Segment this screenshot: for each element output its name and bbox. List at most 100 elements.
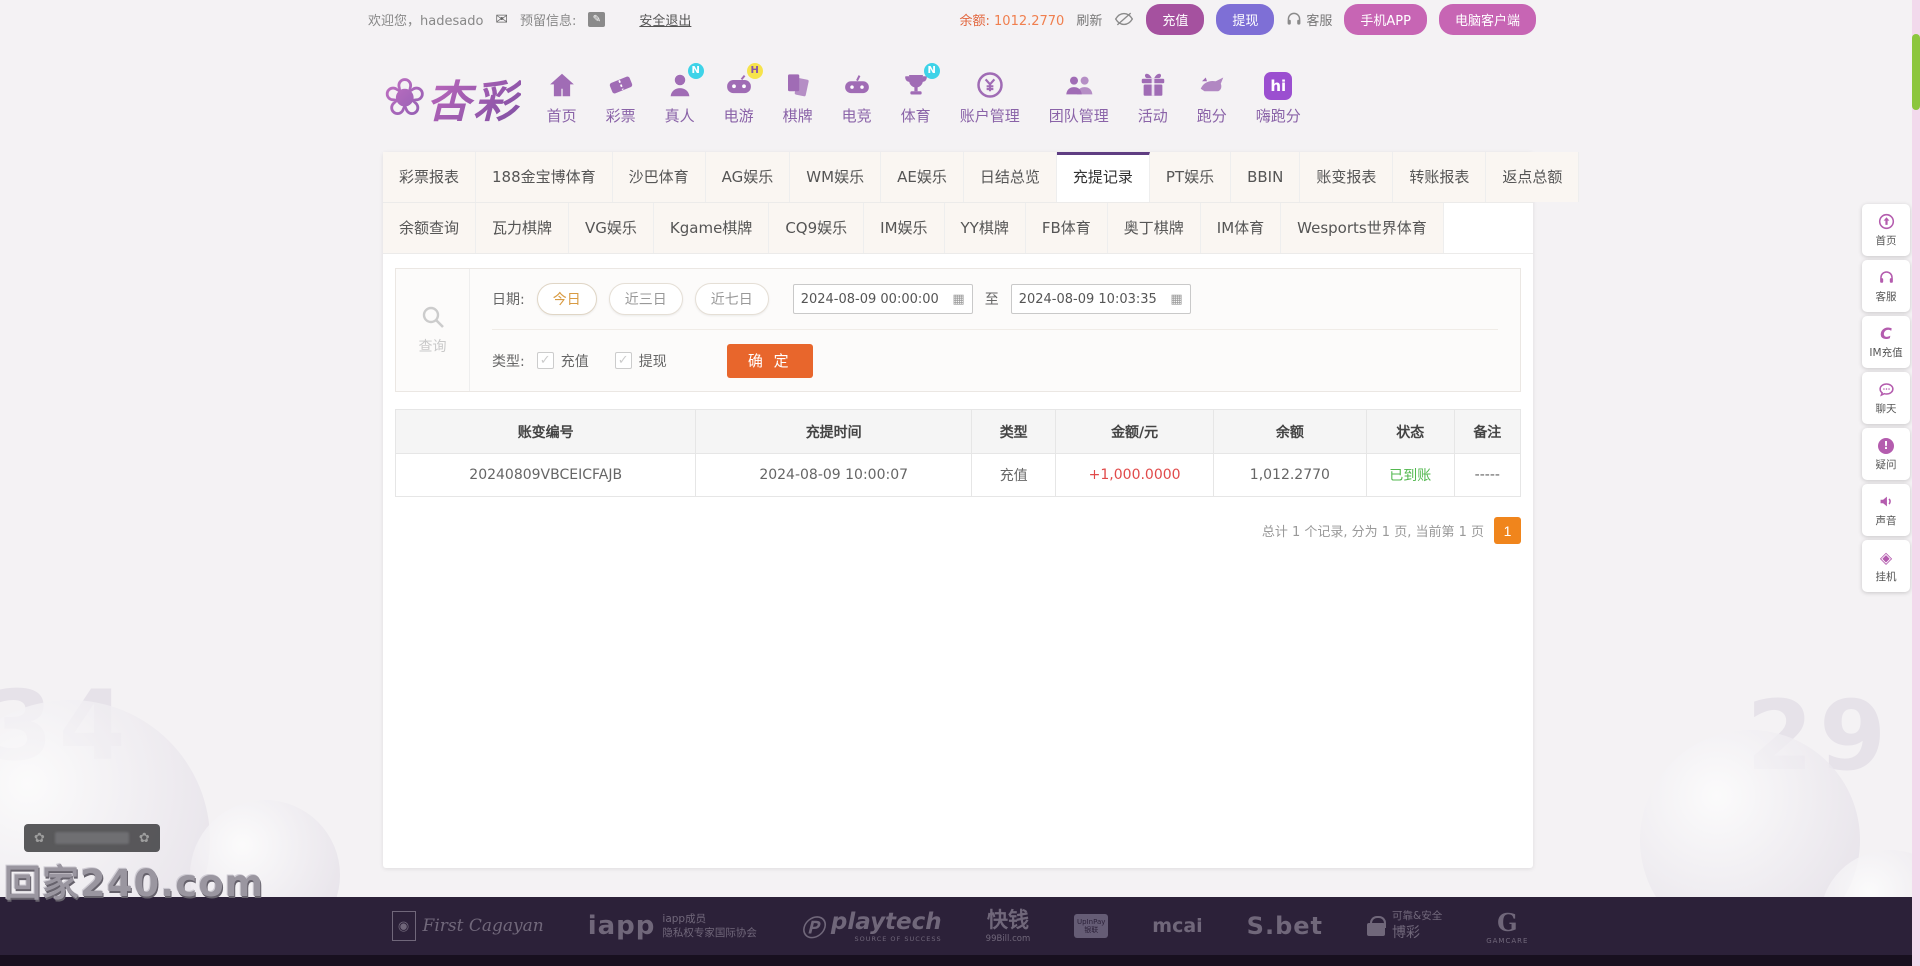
nav-item-live[interactable]: N 真人 <box>665 63 704 126</box>
tab-zhangbian-baobiao[interactable]: 账变报表 <box>1300 152 1394 202</box>
mail-icon[interactable]: ✉ <box>495 10 508 28</box>
quick-7days-button[interactable]: 近七日 <box>694 283 769 315</box>
lock-icon <box>1367 916 1387 936</box>
tab-pt[interactable]: PT娱乐 <box>1149 152 1232 202</box>
calendar-icon[interactable]: ▦ <box>1170 292 1182 307</box>
mobile-app-button[interactable]: 手机APP <box>1344 3 1427 35</box>
nav-item-home[interactable]: 首页 <box>547 70 577 126</box>
balance-value: 1012.2770 <box>994 13 1065 29</box>
nav-item-team[interactable]: 团队管理 <box>1049 70 1109 126</box>
records-table: 账变编号 充提时间 类型 金额/元 余额 状态 备注 20240809VBCEI… <box>394 409 1522 497</box>
type-row: 类型: ✓ 充值 ✓ 提现 确 定 <box>492 330 1498 391</box>
float-idle[interactable]: ◈ 挂机 <box>1862 540 1910 592</box>
cell-account-no: 20240809VBCEICFAJB <box>394 453 697 497</box>
float-question[interactable]: ! 疑问 <box>1862 428 1910 480</box>
pagination-summary: 总计 1 个记录, 分为 1 页, 当前第 1 页 <box>1261 525 1484 540</box>
confirm-button[interactable]: 确 定 <box>726 343 813 378</box>
tab-cq9[interactable]: CQ9娱乐 <box>769 203 865 253</box>
tab-im-tiyu[interactable]: IM体育 <box>1200 203 1282 253</box>
tab-ag[interactable]: AG娱乐 <box>705 152 791 202</box>
float-im-recharge[interactable]: C IM充值 <box>1862 316 1910 368</box>
tab-chongti-jilu-active[interactable]: 充提记录 <box>1056 152 1150 202</box>
logo-gamcare: G GAMCARE <box>1486 907 1529 945</box>
nav-item-egames[interactable]: H 电游 <box>724 63 763 126</box>
nav-item-esports[interactable]: 电竞 <box>842 70 872 126</box>
date-from-input[interactable]: 2024-08-09 00:00:00 ▦ <box>792 284 973 314</box>
refresh-link[interactable]: 刷新 <box>1076 10 1102 29</box>
tab-188-jinbaobo[interactable]: 188金宝博体育 <box>476 152 613 202</box>
float-chat[interactable]: 聊天 <box>1862 372 1910 424</box>
scrollbar-thumb[interactable] <box>1912 34 1920 110</box>
tab-fb-tiyu[interactable]: FB体育 <box>1025 203 1108 253</box>
recharge-button[interactable]: 充值 <box>1146 3 1205 35</box>
query-panel: 查询 日期: 今日 近三日 近七日 2024-08-09 00:00:00 ▦ … <box>395 268 1521 392</box>
cell-amount: +1,000.0000 <box>1055 453 1214 497</box>
float-service[interactable]: 客服 <box>1862 260 1910 312</box>
float-sound[interactable]: 声音 <box>1862 484 1910 536</box>
tab-bbin[interactable]: BBIN <box>1231 152 1301 202</box>
cards-icon <box>787 74 809 97</box>
tab-kgame[interactable]: Kgame棋牌 <box>653 203 770 253</box>
tab-vg[interactable]: VG娱乐 <box>569 203 654 253</box>
new-badge: N <box>923 63 940 79</box>
checkbox-icon[interactable]: ✓ <box>614 352 632 369</box>
withdraw-checkbox[interactable]: ✓ 提现 <box>614 351 667 371</box>
tab-caipiao-baobiao[interactable]: 彩票报表 <box>383 152 477 202</box>
flower-icon: ✿ <box>34 830 45 846</box>
nav-item-sports[interactable]: N 体育 <box>901 63 940 126</box>
content-card: 彩票报表 188金宝博体育 沙巴体育 AG娱乐 WM娱乐 AE娱乐 日结总览 充… <box>383 152 1580 868</box>
nav-items: 首页 彩票 N 真人 H 电游 棋牌 电竞 N 体育 账户管理 团队管理 活动 … <box>547 63 1301 126</box>
tab-zhuanzhang-baobiao[interactable]: 转账报表 <box>1393 152 1487 202</box>
page-1-button[interactable]: 1 <box>1494 517 1521 544</box>
tab-rijie-zonglan[interactable]: 日结总览 <box>963 152 1057 202</box>
tab-wm[interactable]: WM娱乐 <box>790 152 882 202</box>
cell-remark: ----- <box>1453 453 1522 497</box>
logo-sbet: S.bet <box>1246 912 1324 940</box>
tab-wesports[interactable]: Wesports世界体育 <box>1281 203 1444 253</box>
nav-item-promotions[interactable]: 活动 <box>1138 70 1168 126</box>
withdraw-button[interactable]: 提现 <box>1216 3 1275 35</box>
customer-service-link[interactable]: 客服 <box>1286 10 1332 29</box>
headset-icon <box>1879 271 1893 283</box>
nav-item-boardgames[interactable]: 棋牌 <box>783 70 813 126</box>
tab-wali-qipai[interactable]: 瓦力棋牌 <box>476 203 570 253</box>
nav-item-hi-paofen[interactable]: hi 嗨跑分 <box>1256 72 1301 126</box>
recharge-checkbox[interactable]: ✓ 充值 <box>536 351 589 371</box>
logo-iapp: iapp iapp成员 隐私权专家国际协会 <box>587 911 757 941</box>
col-time: 充提时间 <box>695 409 972 454</box>
brand-name: 杏彩 <box>427 66 521 130</box>
eye-off-icon[interactable] <box>1114 11 1134 27</box>
tab-shaba-tiyu[interactable]: 沙巴体育 <box>612 152 706 202</box>
tab-aoding-qipai[interactable]: 奥丁棋牌 <box>1107 203 1201 253</box>
date-to-input[interactable]: 2024-08-09 10:03:35 ▦ <box>1010 284 1191 314</box>
quick-today-button[interactable]: 今日 <box>536 283 597 315</box>
search-icon <box>422 306 444 328</box>
tab-ae[interactable]: AE娱乐 <box>881 152 964 202</box>
float-home[interactable]: 首页 <box>1862 204 1910 256</box>
checkbox-icon[interactable]: ✓ <box>536 352 554 369</box>
logo-upinpay: UpInPay 银联 <box>1074 914 1109 938</box>
tab-fandian-zonge[interactable]: 返点总额 <box>1486 152 1580 202</box>
pagination: 总计 1 个记录, 分为 1 页, 当前第 1 页 1 <box>395 517 1521 544</box>
welcome-text: 欢迎您，hadesado <box>368 13 484 29</box>
tab-yue-chaxun[interactable]: 余额查询 <box>383 203 477 253</box>
esports-gamepad-icon <box>844 75 869 94</box>
col-amount: 金额/元 <box>1055 409 1214 454</box>
scrollbar-track[interactable] <box>1912 0 1920 966</box>
nav-item-lottery[interactable]: 彩票 <box>606 70 636 126</box>
home-icon <box>549 73 574 97</box>
watermark-badge: ✿ ✿ <box>24 824 160 852</box>
brand-logo[interactable]: ❀ 杏彩 <box>383 66 521 130</box>
gift-icon <box>1141 73 1164 96</box>
tab-yy-qipai[interactable]: YY棋牌 <box>944 203 1026 253</box>
hi-app-icon: hi <box>1264 72 1293 100</box>
logout-link[interactable]: 安全退出 <box>639 10 691 29</box>
nav-item-account[interactable]: 账户管理 <box>960 70 1020 126</box>
pc-client-button[interactable]: 电脑客户端 <box>1438 3 1536 35</box>
nav-item-paofen[interactable]: 跑分 <box>1197 70 1227 126</box>
quick-3days-button[interactable]: 近三日 <box>608 283 683 315</box>
calendar-icon[interactable]: ▦ <box>952 292 964 307</box>
edit-icon[interactable]: ✎ <box>588 11 606 27</box>
chat-icon <box>1878 383 1894 397</box>
tab-im-yule[interactable]: IM娱乐 <box>864 203 945 253</box>
